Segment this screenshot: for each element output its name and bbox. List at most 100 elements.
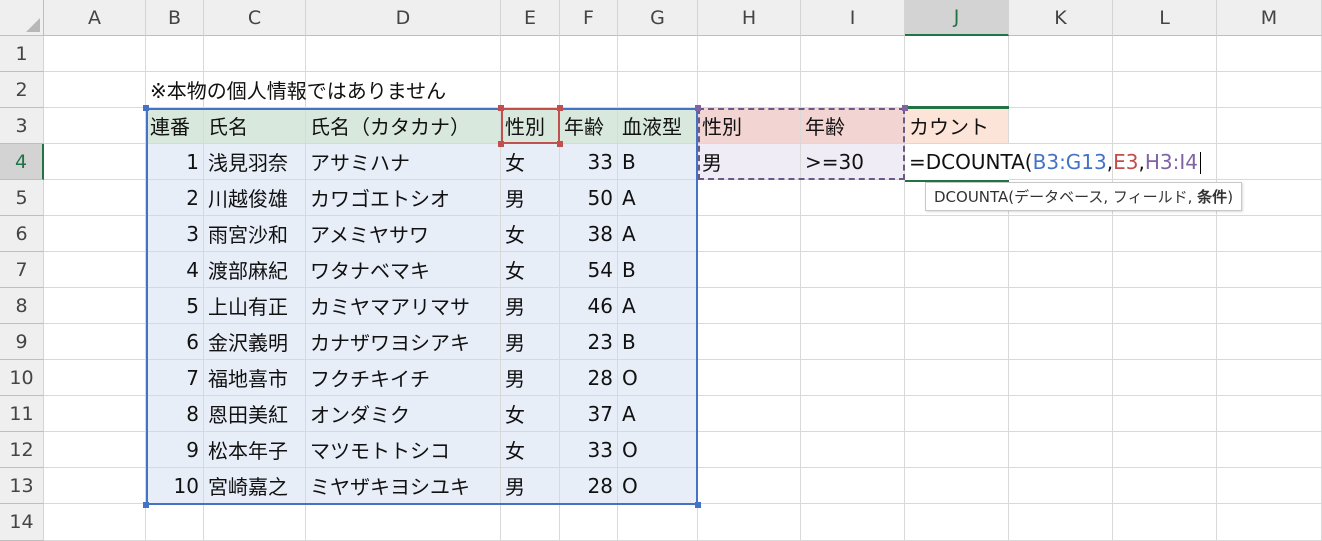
grid-cell[interactable] xyxy=(501,72,560,108)
table-data-cell[interactable]: 3 xyxy=(146,216,204,252)
grid-cell[interactable] xyxy=(618,72,698,108)
grid-cell[interactable] xyxy=(1217,324,1322,360)
grid-cell[interactable] xyxy=(1113,72,1217,108)
grid-cell[interactable] xyxy=(801,396,905,432)
table-data-cell[interactable]: 5 xyxy=(146,288,204,324)
grid-cell[interactable] xyxy=(1217,216,1322,252)
table-data-cell[interactable]: 33 xyxy=(560,432,618,468)
grid-cell[interactable] xyxy=(560,504,618,541)
grid-cell[interactable] xyxy=(698,288,801,324)
grid-cell[interactable] xyxy=(698,216,801,252)
grid-cell[interactable] xyxy=(905,216,1009,252)
table-data-cell[interactable]: 女 xyxy=(501,252,560,288)
row-header-8[interactable]: 8 xyxy=(0,288,44,324)
table-data-cell[interactable]: 雨宮沙和 xyxy=(204,216,306,252)
spreadsheet-grid[interactable]: A B C D E F G H I J K L M 1 2 3 4 5 6 7 … xyxy=(0,0,1322,541)
table-data-cell[interactable]: 女 xyxy=(501,396,560,432)
grid-cell[interactable] xyxy=(698,504,801,541)
table-data-cell[interactable]: O xyxy=(618,360,698,396)
grid-cell[interactable] xyxy=(306,504,501,541)
grid-cell[interactable] xyxy=(146,504,204,541)
table-data-cell[interactable]: 38 xyxy=(560,216,618,252)
table-data-cell[interactable]: 男 xyxy=(501,324,560,360)
grid-cell[interactable] xyxy=(1009,288,1113,324)
grid-cell[interactable] xyxy=(1113,504,1217,541)
grid-cell[interactable] xyxy=(1113,432,1217,468)
grid-cell[interactable] xyxy=(698,324,801,360)
column-header-M[interactable]: M xyxy=(1217,0,1322,36)
range-handle[interactable] xyxy=(143,105,149,111)
table-data-cell[interactable]: O xyxy=(618,468,698,504)
column-header-D[interactable]: D xyxy=(306,0,501,36)
grid-cell[interactable] xyxy=(1009,252,1113,288)
table-data-cell[interactable]: 宮崎嘉之 xyxy=(204,468,306,504)
count-header-cell[interactable]: カウント xyxy=(905,108,1009,144)
grid-cell[interactable] xyxy=(1113,396,1217,432)
table-data-cell[interactable]: 福地喜市 xyxy=(204,360,306,396)
table-data-cell[interactable]: 9 xyxy=(146,432,204,468)
grid-cell[interactable] xyxy=(1113,252,1217,288)
grid-cell[interactable] xyxy=(306,36,501,72)
grid-cell[interactable] xyxy=(1009,36,1113,72)
grid-cell[interactable] xyxy=(618,504,698,541)
grid-cell[interactable] xyxy=(1009,432,1113,468)
table-header-cell[interactable]: 性別 xyxy=(501,108,560,144)
table-data-cell[interactable]: B xyxy=(618,144,698,180)
table-data-cell[interactable]: マツモトトシコ xyxy=(306,432,501,468)
table-data-cell[interactable]: アメミヤサワ xyxy=(306,216,501,252)
column-header-B[interactable]: B xyxy=(146,0,204,36)
table-header-cell[interactable]: 氏名 xyxy=(204,108,306,144)
column-header-F[interactable]: F xyxy=(560,0,618,36)
grid-cell[interactable] xyxy=(44,360,146,396)
table-data-cell[interactable]: 男 xyxy=(501,288,560,324)
table-header-cell[interactable]: 年齢 xyxy=(560,108,618,144)
row-header-4[interactable]: 4 xyxy=(0,144,44,180)
grid-cell[interactable] xyxy=(1113,360,1217,396)
row-header-6[interactable]: 6 xyxy=(0,216,44,252)
grid-cell[interactable] xyxy=(801,180,905,216)
column-header-I[interactable]: I xyxy=(801,0,905,36)
grid-cell[interactable] xyxy=(801,36,905,72)
grid-cell[interactable] xyxy=(1217,360,1322,396)
table-data-cell[interactable]: 女 xyxy=(501,144,560,180)
grid-cell[interactable] xyxy=(1113,108,1217,144)
table-data-cell[interactable]: 男 xyxy=(501,468,560,504)
grid-cell[interactable] xyxy=(698,252,801,288)
grid-cell[interactable] xyxy=(801,72,905,108)
grid-cell[interactable] xyxy=(560,72,618,108)
grid-cell[interactable] xyxy=(801,468,905,504)
grid-cell[interactable] xyxy=(698,36,801,72)
criteria-value-age[interactable]: >=30 xyxy=(801,144,905,180)
table-data-cell[interactable]: A xyxy=(618,216,698,252)
row-header-9[interactable]: 9 xyxy=(0,324,44,360)
grid-cell[interactable] xyxy=(1217,144,1322,180)
grid-cell[interactable] xyxy=(801,360,905,396)
grid-cell[interactable] xyxy=(1009,216,1113,252)
grid-cell[interactable] xyxy=(905,468,1009,504)
row-header-2[interactable]: 2 xyxy=(0,72,44,108)
column-header-L[interactable]: L xyxy=(1113,0,1217,36)
range-handle[interactable] xyxy=(498,141,504,147)
table-data-cell[interactable]: 渡部麻紀 xyxy=(204,252,306,288)
table-data-cell[interactable]: 上山有正 xyxy=(204,288,306,324)
row-header-3[interactable]: 3 xyxy=(0,108,44,144)
table-data-cell[interactable]: A xyxy=(618,396,698,432)
grid-cell[interactable] xyxy=(44,72,146,108)
table-data-cell[interactable]: 33 xyxy=(560,144,618,180)
grid-cell[interactable] xyxy=(905,252,1009,288)
table-data-cell[interactable]: カワゴエトシオ xyxy=(306,180,501,216)
row-header-5[interactable]: 5 xyxy=(0,180,44,216)
grid-cell[interactable] xyxy=(44,180,146,216)
grid-cell[interactable] xyxy=(501,504,560,541)
table-data-cell[interactable]: 男 xyxy=(501,360,560,396)
grid-cell[interactable] xyxy=(1113,288,1217,324)
range-handle[interactable] xyxy=(557,105,563,111)
grid-cell[interactable] xyxy=(44,108,146,144)
column-header-C[interactable]: C xyxy=(204,0,306,36)
range-handle[interactable] xyxy=(695,502,701,508)
grid-cell[interactable] xyxy=(1009,396,1113,432)
range-handle[interactable] xyxy=(902,105,908,111)
criteria-header-gender[interactable]: 性別 xyxy=(698,108,801,144)
row-header-12[interactable]: 12 xyxy=(0,432,44,468)
grid-cell[interactable] xyxy=(801,432,905,468)
